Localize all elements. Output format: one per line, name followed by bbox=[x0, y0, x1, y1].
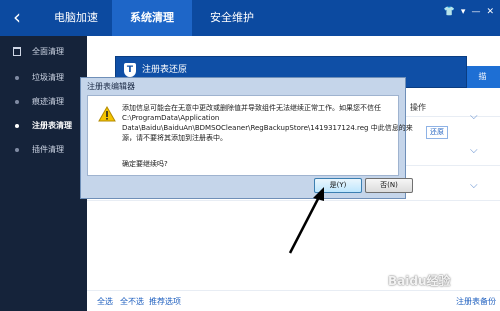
watermark-logo: Baidu经验 bbox=[388, 274, 451, 288]
annotation-arrow bbox=[288, 187, 324, 254]
